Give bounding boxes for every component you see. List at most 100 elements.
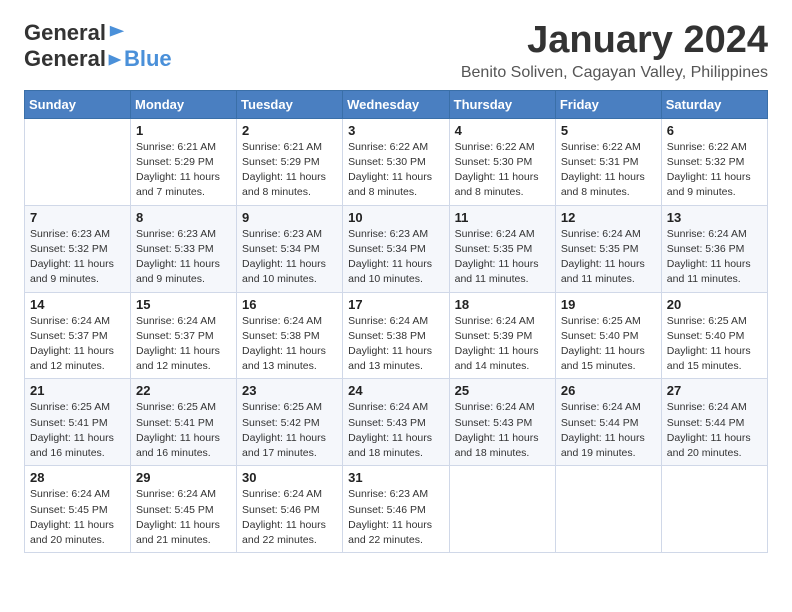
day-info: Sunrise: 6:24 AM Sunset: 5:37 PM Dayligh… [136, 314, 231, 375]
month-title: January 2024 [461, 20, 768, 62]
day-number: 24 [348, 383, 443, 398]
day-info: Sunrise: 6:25 AM Sunset: 5:40 PM Dayligh… [561, 314, 656, 375]
calendar-cell: 11Sunrise: 6:24 AM Sunset: 5:35 PM Dayli… [449, 205, 555, 292]
day-number: 18 [455, 297, 550, 312]
day-number: 14 [30, 297, 125, 312]
day-number: 26 [561, 383, 656, 398]
calendar-cell: 13Sunrise: 6:24 AM Sunset: 5:36 PM Dayli… [661, 205, 767, 292]
day-info: Sunrise: 6:22 AM Sunset: 5:31 PM Dayligh… [561, 140, 656, 201]
day-info: Sunrise: 6:22 AM Sunset: 5:30 PM Dayligh… [348, 140, 443, 201]
day-info: Sunrise: 6:22 AM Sunset: 5:32 PM Dayligh… [667, 140, 762, 201]
day-info: Sunrise: 6:21 AM Sunset: 5:29 PM Dayligh… [136, 140, 231, 201]
day-info: Sunrise: 6:24 AM Sunset: 5:46 PM Dayligh… [242, 487, 337, 548]
day-info: Sunrise: 6:24 AM Sunset: 5:45 PM Dayligh… [30, 487, 125, 548]
day-number: 19 [561, 297, 656, 312]
day-number: 23 [242, 383, 337, 398]
calendar-cell: 18 Sunrise: 6:24 AM Sunset: 5:39 PM Dayli… [449, 292, 555, 379]
day-info: Sunrise: 6:24 AM Sunset: 5:44 PM Dayligh… [561, 400, 656, 461]
day-number: 4 [455, 123, 550, 138]
day-info: Sunrise: 6:24 AM Sunset: 5:44 PM Dayligh… [667, 400, 762, 461]
day-number: 22 [136, 383, 231, 398]
page-header: General General Blue January 2024 Benito … [24, 20, 768, 82]
calendar-cell: 12Sunrise: 6:24 AM Sunset: 5:35 PM Dayli… [555, 205, 661, 292]
calendar-cell: 10 Sunrise: 6:23 AM Sunset: 5:34 PM Dayli… [343, 205, 449, 292]
day-info: Sunrise: 6:24 AM Sunset: 5:37 PM Dayligh… [30, 314, 125, 375]
day-info: Sunrise: 6:21 AM Sunset: 5:29 PM Dayligh… [242, 140, 337, 201]
calendar-week-row: 21Sunrise: 6:25 AM Sunset: 5:41 PM Dayli… [25, 379, 768, 466]
day-info: Sunrise: 6:25 AM Sunset: 5:40 PM Dayligh… [667, 314, 762, 375]
logo-blue-label: Blue [124, 46, 172, 71]
day-number: 3 [348, 123, 443, 138]
col-sunday: Sunday [25, 90, 131, 118]
day-number: 30 [242, 470, 337, 485]
day-info: Sunrise: 6:23 AM Sunset: 5:34 PM Dayligh… [242, 227, 337, 288]
day-info: Sunrise: 6:23 AM Sunset: 5:46 PM Dayligh… [348, 487, 443, 548]
day-info: Sunrise: 6:24 AM Sunset: 5:38 PM Dayligh… [242, 314, 337, 375]
calendar-cell: 31 Sunrise: 6:23 AM Sunset: 5:46 PM Dayli… [343, 466, 449, 553]
day-info: Sunrise: 6:24 AM Sunset: 5:39 PM Dayligh… [455, 314, 550, 375]
calendar-table: Sunday Monday Tuesday Wednesday Thursday… [24, 90, 768, 553]
calendar-cell: 4 Sunrise: 6:22 AM Sunset: 5:30 PM Daylig… [449, 118, 555, 205]
calendar-cell: 5Sunrise: 6:22 AM Sunset: 5:31 PM Daylig… [555, 118, 661, 205]
calendar-cell [25, 118, 131, 205]
calendar-cell: 8 Sunrise: 6:23 AM Sunset: 5:33 PM Daylig… [131, 205, 237, 292]
day-number: 6 [667, 123, 762, 138]
day-number: 29 [136, 470, 231, 485]
calendar-cell: 28 Sunrise: 6:24 AM Sunset: 5:45 PM Dayli… [25, 466, 131, 553]
calendar-week-row: 14 Sunrise: 6:24 AM Sunset: 5:37 PM Dayli… [25, 292, 768, 379]
calendar-cell: 14 Sunrise: 6:24 AM Sunset: 5:37 PM Dayli… [25, 292, 131, 379]
day-info: Sunrise: 6:22 AM Sunset: 5:30 PM Dayligh… [455, 140, 550, 201]
calendar-cell [661, 466, 767, 553]
day-info: Sunrise: 6:23 AM Sunset: 5:34 PM Dayligh… [348, 227, 443, 288]
day-number: 16 [242, 297, 337, 312]
logo-general-label: General [24, 46, 106, 71]
day-number: 20 [667, 297, 762, 312]
day-info: Sunrise: 6:25 AM Sunset: 5:42 PM Dayligh… [242, 400, 337, 461]
col-thursday: Thursday [449, 90, 555, 118]
logo-flag-icon [108, 24, 126, 42]
day-number: 31 [348, 470, 443, 485]
calendar-cell: 22 Sunrise: 6:25 AM Sunset: 5:41 PM Dayli… [131, 379, 237, 466]
day-info: Sunrise: 6:24 AM Sunset: 5:38 PM Dayligh… [348, 314, 443, 375]
day-number: 11 [455, 210, 550, 225]
calendar-cell: 26 Sunrise: 6:24 AM Sunset: 5:44 PM Dayli… [555, 379, 661, 466]
day-info: Sunrise: 6:24 AM Sunset: 5:43 PM Dayligh… [455, 400, 550, 461]
col-tuesday: Tuesday [237, 90, 343, 118]
calendar-cell [555, 466, 661, 553]
calendar-cell: 17 Sunrise: 6:24 AM Sunset: 5:38 PM Dayli… [343, 292, 449, 379]
day-info: Sunrise: 6:23 AM Sunset: 5:32 PM Dayligh… [30, 227, 125, 288]
location-subtitle: Benito Soliven, Cagayan Valley, Philippi… [461, 64, 768, 82]
day-number: 17 [348, 297, 443, 312]
calendar-header-row: Sunday Monday Tuesday Wednesday Thursday… [25, 90, 768, 118]
calendar-week-row: 28 Sunrise: 6:24 AM Sunset: 5:45 PM Dayli… [25, 466, 768, 553]
day-number: 8 [136, 210, 231, 225]
day-number: 25 [455, 383, 550, 398]
day-number: 12 [561, 210, 656, 225]
day-number: 13 [667, 210, 762, 225]
day-number: 7 [30, 210, 125, 225]
calendar-cell: 16 Sunrise: 6:24 AM Sunset: 5:38 PM Dayli… [237, 292, 343, 379]
calendar-cell: 7 Sunrise: 6:23 AM Sunset: 5:32 PM Daylig… [25, 205, 131, 292]
calendar-cell: 27Sunrise: 6:24 AM Sunset: 5:44 PM Dayli… [661, 379, 767, 466]
day-info: Sunrise: 6:23 AM Sunset: 5:33 PM Dayligh… [136, 227, 231, 288]
calendar-cell: 29 Sunrise: 6:24 AM Sunset: 5:45 PM Dayli… [131, 466, 237, 553]
calendar-cell: 30 Sunrise: 6:24 AM Sunset: 5:46 PM Dayli… [237, 466, 343, 553]
calendar-cell: 3 Sunrise: 6:22 AM Sunset: 5:30 PM Daylig… [343, 118, 449, 205]
day-info: Sunrise: 6:24 AM Sunset: 5:45 PM Dayligh… [136, 487, 231, 548]
calendar-cell: 1Sunrise: 6:21 AM Sunset: 5:29 PM Daylig… [131, 118, 237, 205]
calendar-cell: 15Sunrise: 6:24 AM Sunset: 5:37 PM Dayli… [131, 292, 237, 379]
day-number: 9 [242, 210, 337, 225]
col-monday: Monday [131, 90, 237, 118]
logo-wave-icon [107, 52, 123, 68]
day-info: Sunrise: 6:25 AM Sunset: 5:41 PM Dayligh… [136, 400, 231, 461]
day-number: 10 [348, 210, 443, 225]
calendar-week-row: 7 Sunrise: 6:23 AM Sunset: 5:32 PM Daylig… [25, 205, 768, 292]
calendar-cell: 9 Sunrise: 6:23 AM Sunset: 5:34 PM Daylig… [237, 205, 343, 292]
day-info: Sunrise: 6:24 AM Sunset: 5:43 PM Dayligh… [348, 400, 443, 461]
day-number: 28 [30, 470, 125, 485]
day-info: Sunrise: 6:25 AM Sunset: 5:41 PM Dayligh… [30, 400, 125, 461]
logo-general-text: General [24, 20, 106, 46]
title-block: January 2024 Benito Soliven, Cagayan Val… [461, 20, 768, 82]
calendar-cell: 19 Sunrise: 6:25 AM Sunset: 5:40 PM Dayli… [555, 292, 661, 379]
calendar-cell: 6 Sunrise: 6:22 AM Sunset: 5:32 PM Daylig… [661, 118, 767, 205]
